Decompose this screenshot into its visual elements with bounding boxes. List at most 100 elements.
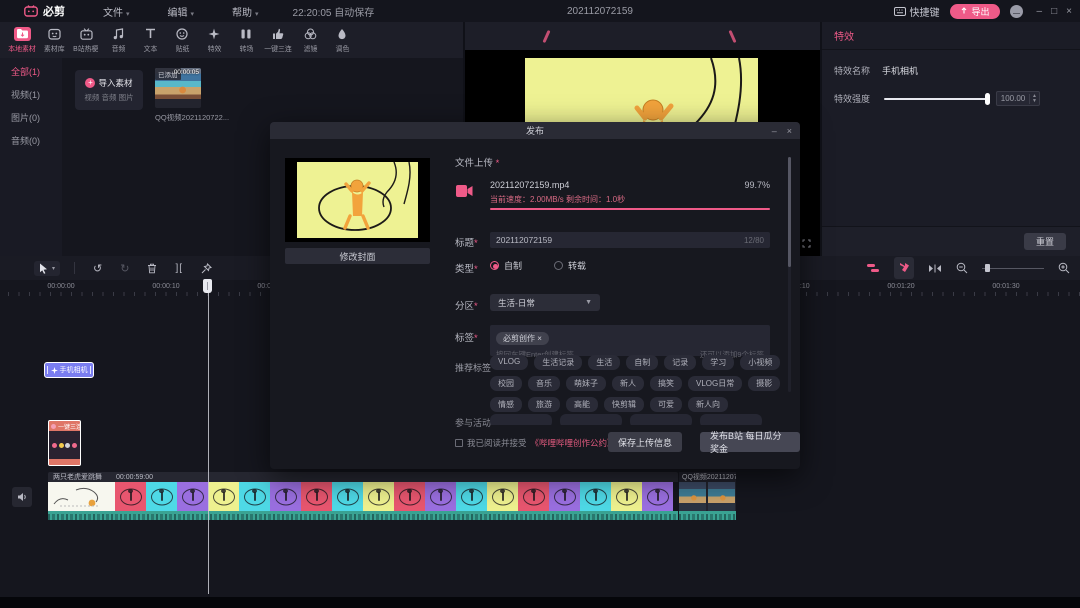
publish-bilibili-button[interactable]: 发布B站 每日瓜分奖金 <box>700 432 800 452</box>
recommended-tag-chip[interactable]: 小视频 <box>740 355 780 370</box>
snap-playhead-icon[interactable] <box>928 264 942 273</box>
clip-thumbnail <box>487 482 518 511</box>
slider-handle[interactable] <box>985 93 990 105</box>
recommended-tag-chip[interactable]: VLOG日常 <box>688 376 742 391</box>
activity-chip[interactable] <box>490 414 552 425</box>
undo-button[interactable]: ↺ <box>93 262 102 275</box>
plus-icon: + <box>85 78 95 88</box>
shortcut-button[interactable]: 快捷键 <box>894 4 940 19</box>
effect-clip-phone-camera[interactable]: 手机相机 <box>44 362 94 378</box>
tab-filter[interactable]: 滤镜 <box>294 27 326 54</box>
effect-panel-footer: 重置 <box>822 226 1080 256</box>
track-mute-button[interactable] <box>12 487 32 507</box>
delete-button[interactable] <box>147 263 157 274</box>
modify-cover-button[interactable]: 修改封面 <box>285 248 430 264</box>
recommended-tags: VLOG 生活记录生活自制记录学习小视频校园音乐萌妹子新人搞笑 VLOG日常摄影情感… <box>490 355 780 418</box>
recommended-tag-chip[interactable]: 搞笑 <box>650 376 682 391</box>
auto-arrange-icon[interactable] <box>866 259 880 277</box>
save-upload-info-button[interactable]: 保存上传信息 <box>608 432 682 452</box>
qq-clip-thumbnails <box>679 482 736 511</box>
video-clip-main[interactable]: 两只老虎爱跳舞 00:00:59:00 <box>48 472 678 520</box>
pin-button[interactable] <box>201 263 212 274</box>
tags-input[interactable]: 必剪创作 × 按回车键Enter创建标签 还可以添加9个标签 <box>490 325 770 356</box>
upload-file-name: 202112072159.mp4 <box>490 180 569 190</box>
recommended-tag-chip[interactable]: VLOG <box>490 355 528 370</box>
agree-checkbox[interactable] <box>455 439 463 447</box>
media-clip-card[interactable]: 已添加 00:00:05 QQ视频2021120722... <box>155 68 201 123</box>
recommended-tag-chip[interactable]: 生活 <box>588 355 620 370</box>
title-input[interactable]: 202112072159 12/80 <box>490 232 770 248</box>
tab-sticker[interactable]: 贴纸 <box>166 27 198 54</box>
sticker-clip-label: 一键三连 <box>58 422 81 431</box>
radio-repost[interactable]: 转载 <box>554 259 586 272</box>
recommended-tag-chip[interactable]: 高能 <box>566 397 598 412</box>
category-item[interactable]: 图片(0) <box>0 110 62 127</box>
recommended-tag-chip[interactable]: 可爱 <box>650 397 682 412</box>
close-button[interactable]: × <box>1066 6 1072 17</box>
menu-help[interactable]: 帮助▾ <box>232 4 259 19</box>
zoom-in-button[interactable] <box>1058 262 1070 274</box>
sticker-clip-triple-combo[interactable]: 一键三连 <box>48 420 81 466</box>
minimize-button[interactable]: – <box>1037 6 1043 17</box>
activity-chip[interactable] <box>630 414 692 425</box>
video-clip-qq[interactable]: QQ视频202112072 <box>679 472 736 520</box>
recommended-tag-chip[interactable]: 新人 <box>612 376 644 391</box>
effect-strength-input[interactable]: 100.00 ▲▼ <box>996 91 1040 106</box>
redo-button[interactable]: ↻ <box>120 262 129 275</box>
reset-button[interactable]: 重置 <box>1024 233 1066 250</box>
tag-chip-bijian[interactable]: 必剪创作 × <box>496 332 549 345</box>
dialog-minimize-button[interactable]: – <box>772 126 777 136</box>
category-item[interactable]: 全部(1) <box>0 64 62 81</box>
select-tool-button[interactable]: ▾ <box>34 261 60 276</box>
category-select[interactable]: 生活-日常 ▼ <box>490 294 600 311</box>
export-button[interactable]: 导出 <box>950 4 1000 19</box>
sticker-preview <box>49 431 80 459</box>
playhead-handle[interactable] <box>203 279 212 293</box>
activity-chip[interactable] <box>560 414 622 425</box>
tab-music[interactable]: 音频 <box>102 27 134 54</box>
tab-tv[interactable]: B站热梗 <box>70 27 102 54</box>
import-material-button[interactable]: +导入素材 视频 音频 图片 <box>75 70 143 110</box>
fit-screen-icon[interactable] <box>802 235 811 253</box>
tab-text[interactable]: 文本 <box>134 27 166 54</box>
tab-transition[interactable]: 转场 <box>230 27 262 54</box>
recommended-tag-chip[interactable]: 情感 <box>490 397 522 412</box>
recommended-tag-chip[interactable]: 萌妹子 <box>566 376 606 391</box>
dialog-scrollbar[interactable] <box>788 157 791 392</box>
recommended-tag-chip[interactable]: 旅游 <box>528 397 560 412</box>
activity-chip[interactable] <box>700 414 762 425</box>
category-item[interactable]: 音频(0) <box>0 133 62 150</box>
recommended-tag-chip[interactable]: 新人向 <box>688 397 728 412</box>
menu-edit[interactable]: 编辑▾ <box>168 4 195 19</box>
title-label: 标题* <box>455 235 478 249</box>
radio-self-made[interactable]: 自制 <box>490 259 522 272</box>
magnet-snap-icon[interactable] <box>894 257 914 279</box>
avatar[interactable] <box>1010 5 1023 18</box>
clip-thumbnail <box>270 482 301 511</box>
maximize-button[interactable]: □ <box>1051 6 1057 17</box>
tab-thumb[interactable]: 一键三连 <box>262 27 294 54</box>
creation-convention-link[interactable]: 《哔哩哔哩创作公约》 <box>531 437 616 449</box>
recommended-tag-chip[interactable]: 摄影 <box>748 376 780 391</box>
tab-effects[interactable]: 特效 <box>198 27 230 54</box>
timeline-zoom-slider[interactable] <box>982 263 1044 273</box>
recommended-tag-chip[interactable]: 快剪辑 <box>604 397 644 412</box>
tab-folder[interactable]: 本地素材 <box>6 27 38 54</box>
recommended-tag-chip[interactable]: 生活记录 <box>534 355 582 370</box>
dialog-close-button[interactable]: × <box>787 126 792 136</box>
spinner-arrows[interactable]: ▲▼ <box>1029 94 1039 104</box>
tab-color[interactable]: 调色 <box>326 27 358 54</box>
zoom-out-button[interactable] <box>956 262 968 274</box>
recommended-tag-chip[interactable]: 校园 <box>490 376 522 391</box>
menu-file[interactable]: 文件▾ <box>103 4 130 19</box>
effect-strength-slider[interactable] <box>884 94 988 104</box>
recommended-tag-chip[interactable]: 自制 <box>626 355 658 370</box>
recommended-tag-chip[interactable]: 音乐 <box>528 376 560 391</box>
chevron-down-icon: ▾ <box>126 11 130 18</box>
split-clip-button[interactable]: ][ <box>175 263 183 274</box>
recommended-tag-chip[interactable]: 记录 <box>664 355 696 370</box>
category-item[interactable]: 视频(1) <box>0 87 62 104</box>
slider-handle[interactable] <box>985 264 990 272</box>
recommended-tag-chip[interactable]: 学习 <box>702 355 734 370</box>
tab-library[interactable]: 素材库 <box>38 27 70 54</box>
